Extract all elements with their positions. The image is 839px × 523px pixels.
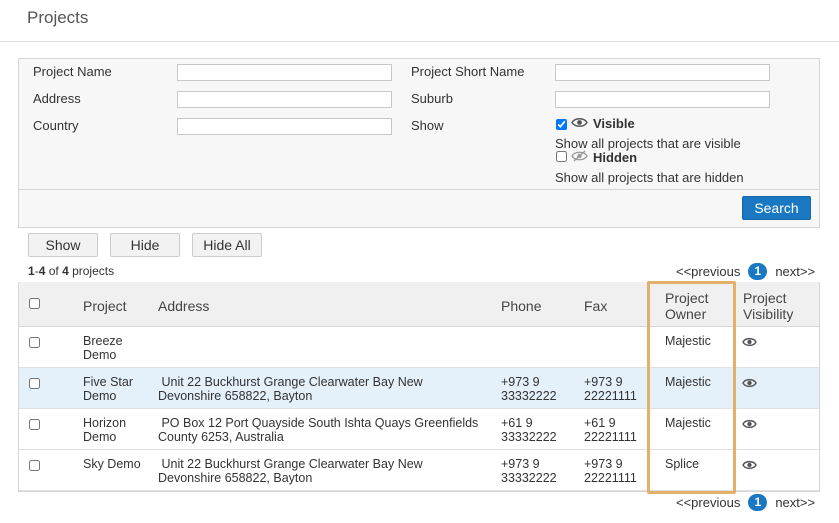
pager-next-link[interactable]: next>> xyxy=(775,495,815,510)
short-name-input[interactable] xyxy=(555,64,770,81)
eye-icon[interactable] xyxy=(742,378,757,388)
owner-cell: Majestic xyxy=(665,334,711,348)
hidden-hint: Show all projects that are hidden xyxy=(555,170,744,185)
owner-cell: Splice xyxy=(665,457,700,471)
suburb-label: Suburb xyxy=(411,91,453,106)
pager-top: <<previous 1 next>> xyxy=(676,263,815,280)
row-checkbox[interactable] xyxy=(29,460,40,471)
fax-cell: +973 9 22221111 xyxy=(584,457,637,485)
visible-option: Visible xyxy=(571,116,635,131)
country-label: Country xyxy=(33,118,79,133)
hidden-label: Hidden xyxy=(593,150,638,165)
table-header: Project Address Phone Fax Project Owner P… xyxy=(19,282,819,327)
visible-label: Visible xyxy=(593,116,635,131)
header-project-owner[interactable]: Project Owner xyxy=(665,290,709,322)
header-project[interactable]: Project xyxy=(83,298,127,314)
projects-table: Project Address Phone Fax Project Owner P… xyxy=(18,282,820,492)
header-phone[interactable]: Phone xyxy=(501,298,541,314)
short-name-label: Project Short Name xyxy=(411,64,525,79)
project-name-cell[interactable]: Breeze Demo xyxy=(83,334,123,362)
pager-current-page[interactable]: 1 xyxy=(748,494,768,511)
eye-icon[interactable] xyxy=(742,337,757,347)
visible-checkbox[interactable] xyxy=(556,119,567,130)
visible-hint: Show all projects that are visible xyxy=(555,136,741,151)
header-fax[interactable]: Fax xyxy=(584,298,607,314)
owner-cell: Majestic xyxy=(665,375,711,389)
country-input[interactable] xyxy=(177,118,392,135)
pager-current-page[interactable]: 1 xyxy=(748,263,768,280)
filter-panel: Project Name Address Country Project Sho… xyxy=(18,58,820,228)
row-checkbox[interactable] xyxy=(29,378,40,389)
table-row[interactable]: Five Star Demo Unit 22 Buckhurst Grange C… xyxy=(19,368,819,409)
address-cell: PO Box 12 Port Quayside South Ishta Quay… xyxy=(158,416,479,444)
fax-cell: +61 9 22221111 xyxy=(584,416,637,444)
project-name-label: Project Name xyxy=(33,64,112,79)
address-cell: Unit 22 Buckhurst Grange Clearwater Bay … xyxy=(158,457,423,485)
phone-cell: +61 9 33332222 xyxy=(501,416,557,444)
row-checkbox[interactable] xyxy=(29,419,40,430)
pager-previous-link[interactable]: <<previous xyxy=(676,495,740,510)
project-name-cell[interactable]: Five Star Demo xyxy=(83,375,133,403)
show-label: Show xyxy=(411,118,444,133)
table-row[interactable]: Horizon Demo PO Box 12 Port Quayside Sout… xyxy=(19,409,819,450)
address-input[interactable] xyxy=(177,91,392,108)
row-checkbox[interactable] xyxy=(29,337,40,348)
pager-bottom: <<previous 1 next>> xyxy=(676,494,815,511)
pager-next-link[interactable]: next>> xyxy=(775,264,815,279)
eye-icon[interactable] xyxy=(742,419,757,429)
pager-previous-link[interactable]: <<previous xyxy=(676,264,740,279)
suburb-input[interactable] xyxy=(555,91,770,108)
project-name-input[interactable] xyxy=(177,64,392,81)
phone-cell: +973 9 33332222 xyxy=(501,457,557,485)
title-divider xyxy=(0,41,839,42)
hidden-checkbox[interactable] xyxy=(556,151,567,162)
header-project-visibility[interactable]: Project Visibility xyxy=(743,290,793,322)
hide-button[interactable]: Hide xyxy=(110,233,180,257)
hidden-option: Hidden xyxy=(571,150,637,165)
select-all-checkbox[interactable] xyxy=(29,298,40,309)
project-name-cell[interactable]: Horizon Demo xyxy=(83,416,126,444)
address-label: Address xyxy=(33,91,81,106)
table-row[interactable]: Breeze Demo Majestic xyxy=(19,327,819,368)
header-address[interactable]: Address xyxy=(158,298,209,314)
table-row[interactable]: Sky Demo Unit 22 Buckhurst Grange Clearw… xyxy=(19,450,819,491)
eye-slash-icon xyxy=(571,150,593,165)
fax-cell: +973 9 22221111 xyxy=(584,375,637,403)
phone-cell: +973 9 33332222 xyxy=(501,375,557,403)
hide-all-button[interactable]: Hide All xyxy=(192,233,262,257)
project-name-cell[interactable]: Sky Demo xyxy=(83,457,141,471)
show-button[interactable]: Show xyxy=(28,233,98,257)
page-title: Projects xyxy=(27,8,89,27)
owner-cell: Majestic xyxy=(665,416,711,430)
address-cell: Unit 22 Buckhurst Grange Clearwater Bay … xyxy=(158,375,423,403)
eye-icon xyxy=(571,116,593,131)
search-button[interactable]: Search xyxy=(742,196,811,220)
filter-divider xyxy=(19,189,819,190)
eye-icon[interactable] xyxy=(742,460,757,470)
results-count: 1-4 of 4 projects xyxy=(28,264,115,278)
